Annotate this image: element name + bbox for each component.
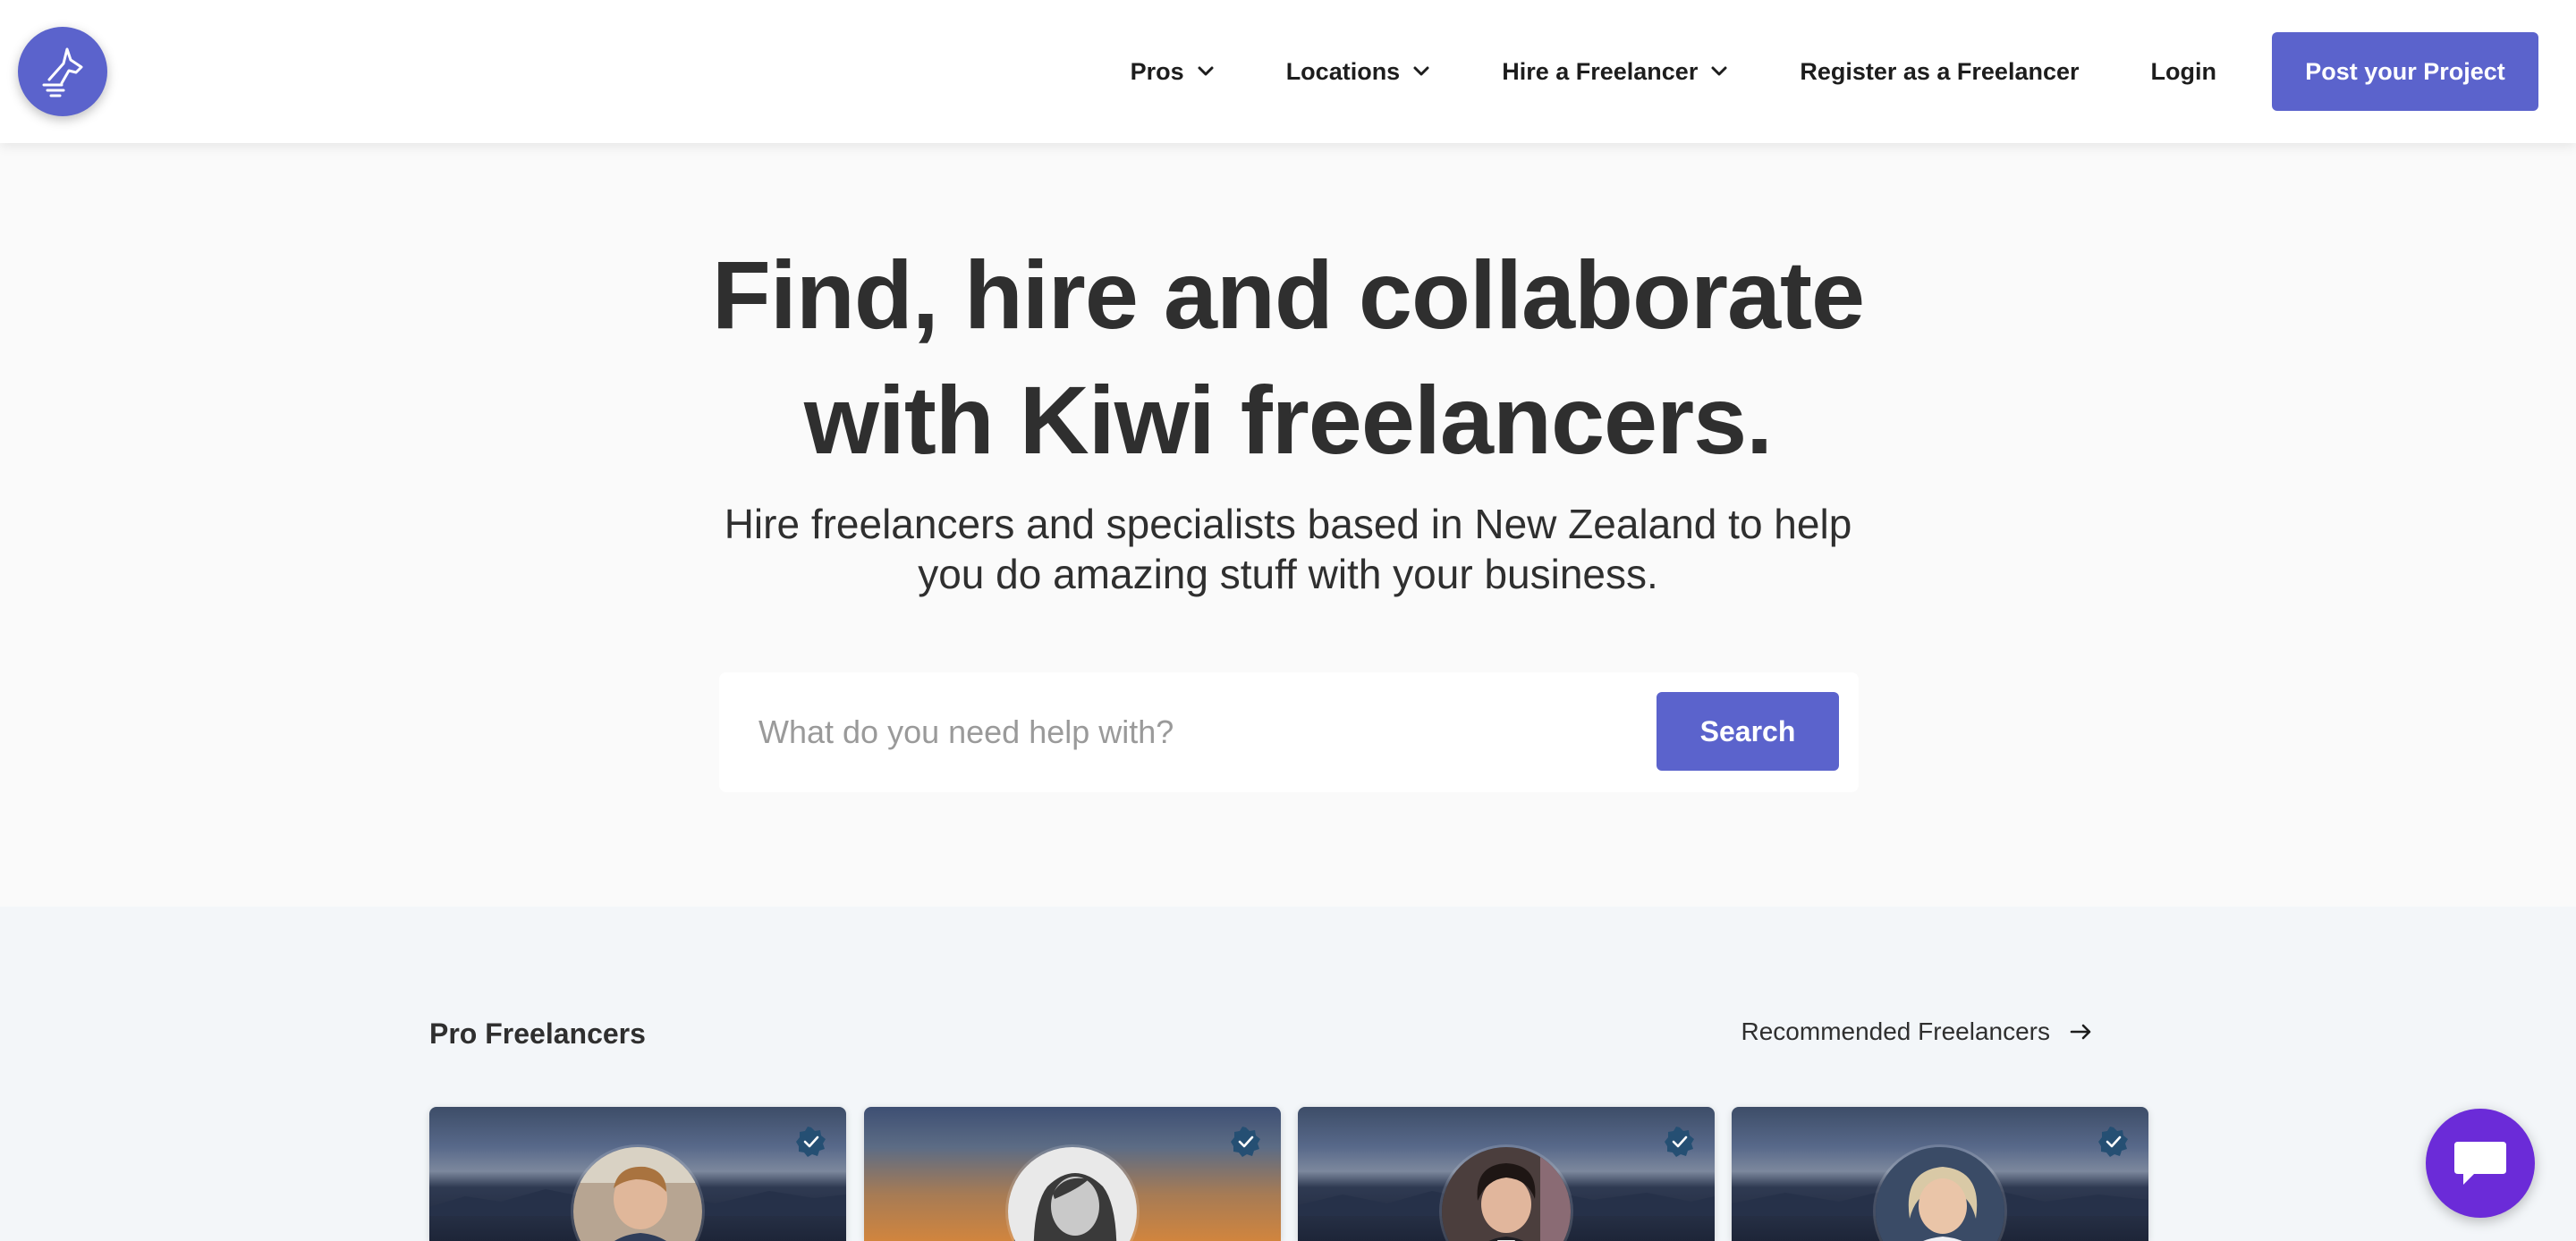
search-button-label: Search	[1699, 714, 1796, 747]
nav-locations-label: Locations	[1285, 57, 1401, 85]
nav-register-freelancer[interactable]: Register as a Freelancer	[1800, 58, 2079, 86]
freelancer-card[interactable]	[1732, 1107, 2148, 1241]
search-bar: Search	[719, 672, 1859, 792]
hero-title: Find, hire and collaborate with Kiwi fre…	[0, 232, 2576, 483]
chevron-down-icon	[1710, 65, 1728, 78]
nav-login-label: Login	[2150, 57, 2216, 85]
verified-badge-icon	[1231, 1127, 1260, 1157]
verified-badge-icon	[1665, 1127, 1694, 1157]
freelancer-card[interactable]	[429, 1107, 846, 1241]
site-logo[interactable]	[18, 27, 107, 116]
hero-title-line-2: with Kiwi freelancers.	[803, 366, 1773, 474]
verified-badge-icon	[796, 1127, 826, 1157]
nav-register-freelancer-label: Register as a Freelancer	[1800, 57, 2080, 85]
hero-section: Find, hire and collaborate with Kiwi fre…	[0, 143, 2576, 907]
nav-hire-freelancer-label: Hire a Freelancer	[1502, 57, 1699, 85]
verified-badge-icon	[2098, 1127, 2128, 1157]
main-nav: Pros Locations Hire a Freelancer Registe…	[1131, 32, 2538, 111]
post-project-label: Post your Project	[2305, 57, 2505, 85]
nav-login[interactable]: Login	[2151, 58, 2216, 86]
pro-freelancers-section: Pro Freelancers Recommended Freelancers	[0, 907, 2576, 1241]
recommended-freelancers-label: Recommended Freelancers	[1741, 1017, 2051, 1045]
section-title: Pro Freelancers	[429, 1017, 646, 1050]
hero-subtitle-line-2: you do amazing stuff with your business.	[918, 551, 1658, 597]
freelancer-card[interactable]	[864, 1107, 1281, 1241]
chevron-down-icon	[1412, 65, 1430, 78]
hero-title-line-1: Find, hire and collaborate	[711, 241, 1865, 349]
search-button[interactable]: Search	[1657, 692, 1839, 771]
post-project-button[interactable]: Post your Project	[2272, 32, 2538, 111]
nav-locations[interactable]: Locations	[1286, 58, 1431, 86]
nav-hire-freelancer[interactable]: Hire a Freelancer	[1502, 58, 1728, 86]
horse-head-icon	[42, 47, 83, 97]
freelancer-card[interactable]	[1298, 1107, 1715, 1241]
chat-launcher-button[interactable]	[2426, 1109, 2535, 1218]
nav-pros[interactable]: Pros	[1131, 58, 1215, 86]
recommended-freelancers-link[interactable]: Recommended Freelancers	[1741, 1017, 2094, 1046]
arrow-right-icon	[2070, 1023, 2093, 1041]
search-input[interactable]	[758, 672, 1653, 792]
hero-subtitle-line-1: Hire freelancers and specialists based i…	[724, 501, 1852, 547]
chat-bubble-icon	[2454, 1142, 2506, 1185]
hero-subtitle: Hire freelancers and specialists based i…	[0, 499, 2576, 599]
chevron-down-icon	[1197, 65, 1215, 78]
nav-pros-label: Pros	[1130, 57, 1184, 85]
site-header: Pros Locations Hire a Freelancer Registe…	[0, 0, 2576, 143]
